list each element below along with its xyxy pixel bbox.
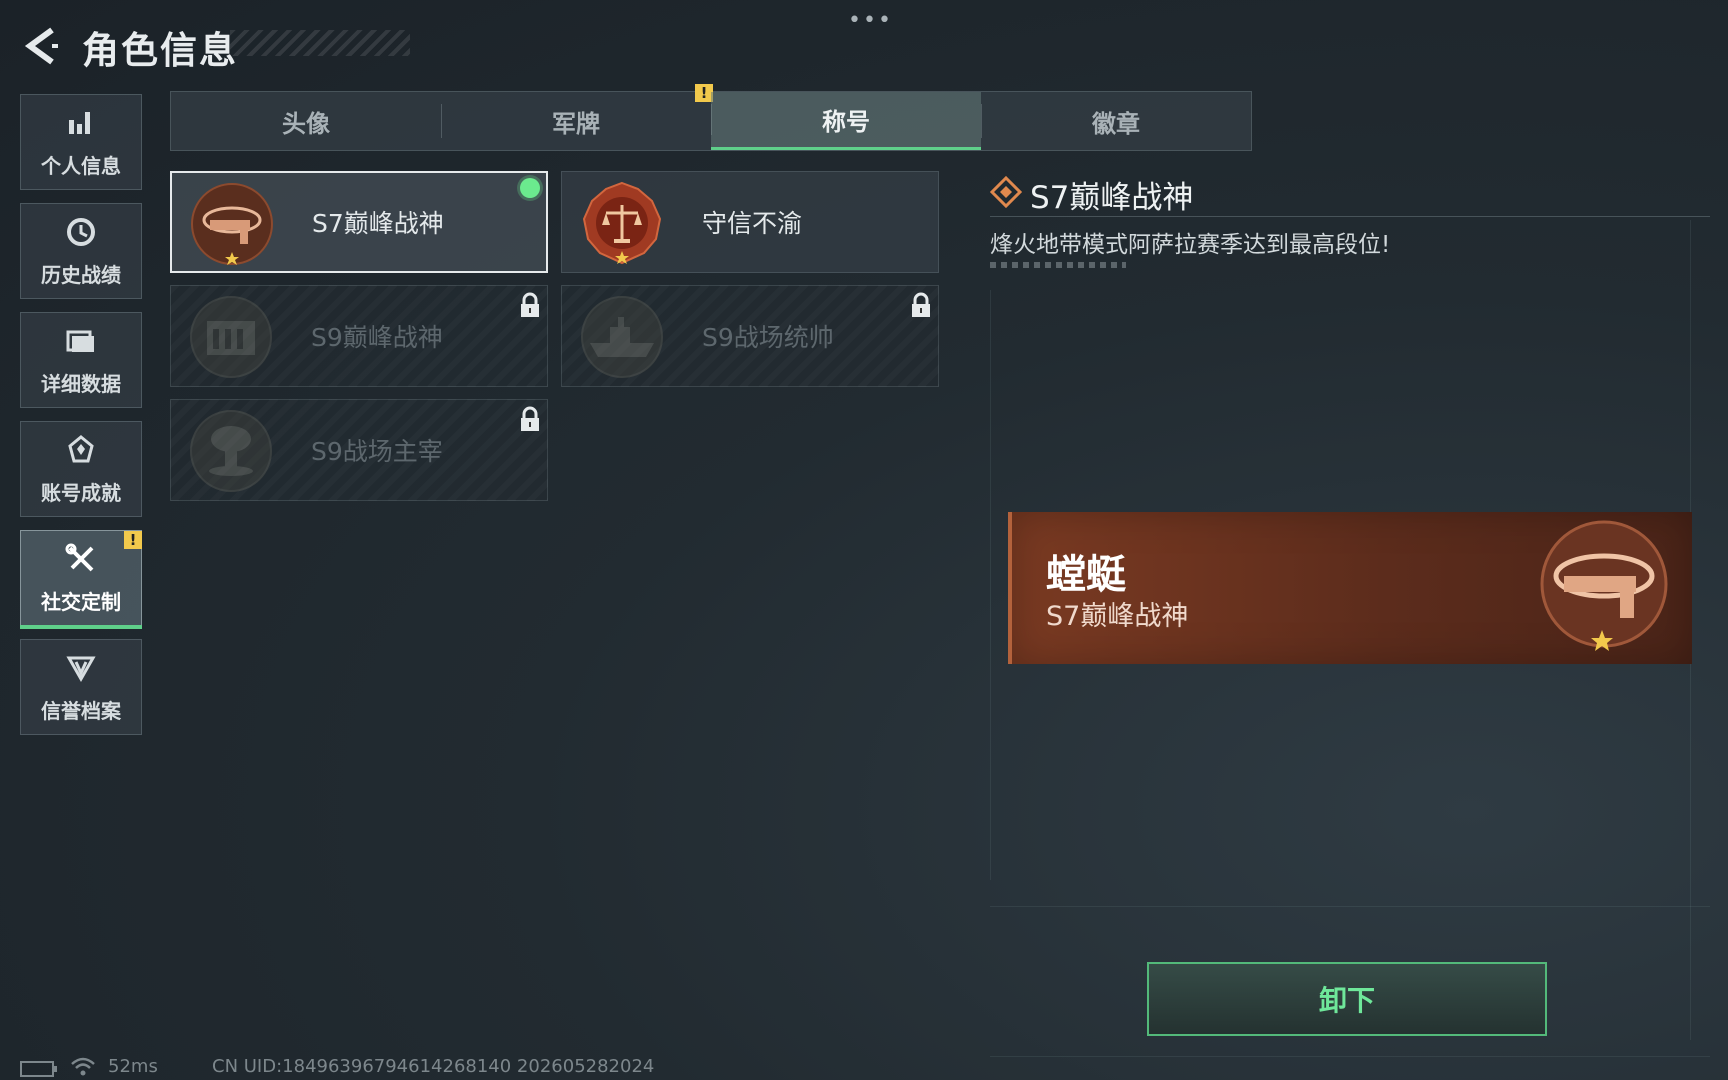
folder-icon	[64, 324, 98, 362]
sidebar-item-label: 社交定制	[41, 589, 121, 614]
title-name: S7巅峰战神	[312, 209, 444, 238]
title-card[interactable]: 守信不渝	[561, 171, 939, 273]
tools-icon	[64, 542, 98, 580]
sidebar-item-detailed-data[interactable]: 详细数据	[20, 312, 142, 408]
title-card[interactable]: S7巅峰战神	[170, 171, 548, 273]
title-decoration	[230, 30, 410, 56]
player-name: 螳蜓	[1046, 552, 1126, 598]
sidebar-item-social-custom[interactable]: 社交定制 !	[20, 530, 142, 629]
warship-medal-icon	[581, 296, 663, 378]
ping-value: 52ms	[108, 1056, 158, 1077]
lock-icon	[912, 292, 930, 317]
sidebar-item-achievements[interactable]: 账号成就	[20, 421, 142, 517]
preview-title: S7巅峰战神	[1046, 601, 1189, 632]
title-preview-banner: 螳蜓 S7巅峰战神	[1008, 512, 1692, 664]
lock-icon	[521, 292, 539, 317]
wifi-icon	[71, 1057, 95, 1076]
title-diamond-icon	[990, 176, 1022, 208]
equipped-indicator	[520, 178, 540, 198]
active-indicator	[20, 625, 142, 629]
sidebar-item-label: 详细数据	[41, 371, 121, 396]
tab-badge[interactable]: 徽章	[981, 92, 1251, 150]
title-name: S9战场统帅	[702, 323, 834, 352]
title-card[interactable]: S9巅峰战神	[170, 285, 548, 387]
title-name: S9巅峰战神	[311, 323, 443, 352]
title-name: S9战场主宰	[311, 437, 443, 466]
peak-war-god-medal-icon	[191, 183, 273, 265]
mushroom-cloud-medal-icon	[190, 410, 272, 492]
sidebar-item-reputation[interactable]: 信誉档案	[20, 639, 142, 735]
detail-description: 烽火地带模式阿萨拉赛季达到最高段位!	[990, 232, 1391, 258]
scales-medal-icon	[582, 181, 662, 265]
uid-text: CN UID:18496396794614268140 202605282024	[212, 1056, 655, 1077]
tab-title[interactable]: 称号	[711, 92, 981, 150]
clock-icon	[64, 215, 98, 253]
sidebar-item-history[interactable]: 历史战绩	[20, 203, 142, 299]
detail-decoration	[990, 262, 1126, 268]
sidebar-item-label: 个人信息	[41, 153, 121, 178]
title-card[interactable]: S9战场主宰	[170, 399, 548, 501]
achievement-icon	[64, 433, 98, 471]
bar-chart-icon	[64, 106, 98, 144]
title-name: 守信不渝	[702, 209, 803, 238]
unequip-button[interactable]: 卸下	[1147, 962, 1547, 1036]
sidebar-item-personal-info[interactable]: 个人信息	[20, 94, 142, 190]
tab-avatar[interactable]: 头像	[171, 92, 441, 150]
fortress-medal-icon	[190, 296, 272, 378]
title-card[interactable]: S9战场统帅	[561, 285, 939, 387]
battery-icon	[20, 1061, 57, 1077]
back-icon[interactable]	[18, 24, 62, 68]
page-title: 角色信息	[82, 29, 238, 72]
more-options-icon[interactable]: •••	[848, 8, 893, 33]
alert-badge: !	[124, 531, 142, 549]
sidebar-item-label: 信誉档案	[41, 698, 121, 723]
lock-icon	[521, 406, 539, 431]
detail-title: S7巅峰战神	[1030, 180, 1194, 216]
reputation-icon	[64, 651, 98, 689]
category-tabs: 头像 军牌 ! 称号 徽章	[170, 84, 1252, 151]
tab-dog-tag[interactable]: 军牌 !	[441, 84, 713, 150]
sidebar-item-label: 账号成就	[41, 480, 121, 505]
divider	[990, 216, 1710, 217]
sidebar-item-label: 历史战绩	[41, 262, 121, 287]
peak-war-god-medal-icon	[1540, 520, 1668, 651]
